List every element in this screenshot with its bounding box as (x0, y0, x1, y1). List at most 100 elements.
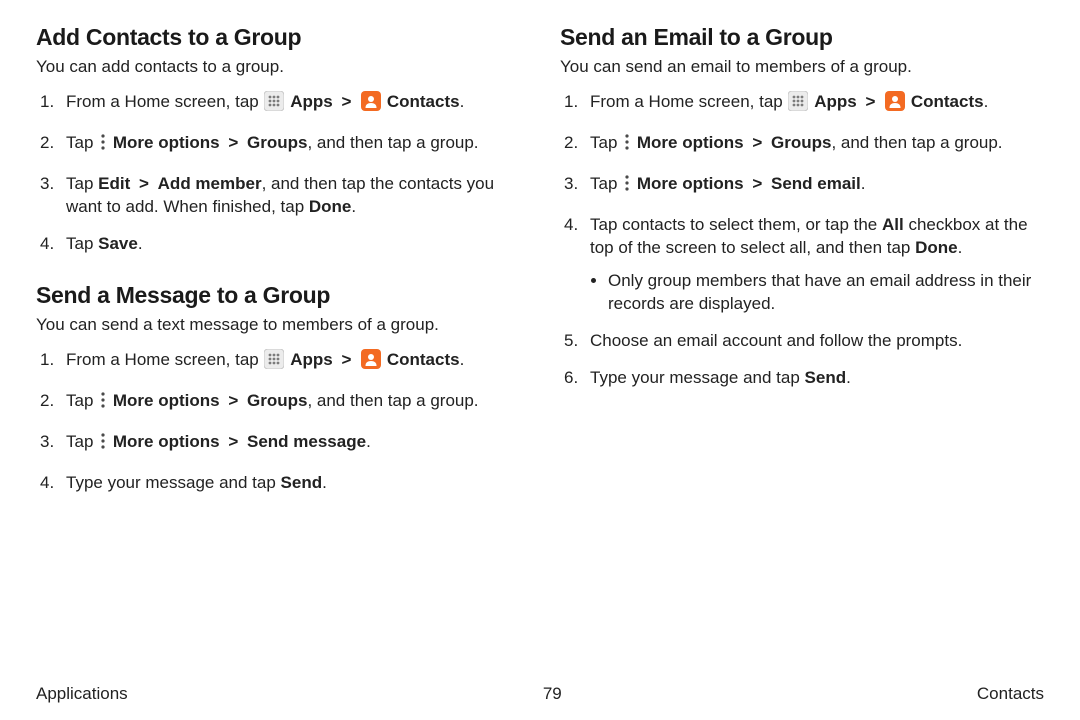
step-text: From a Home screen, tap (66, 92, 263, 111)
label-apps: Apps (290, 92, 333, 111)
chevron-separator: > (748, 133, 766, 152)
section-title-add-contacts: Add Contacts to a Group (36, 24, 520, 51)
label-done: Done (309, 197, 352, 216)
step-text-end: . (984, 92, 989, 111)
step-text-end: . (138, 234, 143, 253)
step-text-end: . (846, 368, 851, 387)
step-text: Tap (66, 432, 98, 451)
step-text: , and then tap a group. (307, 133, 478, 152)
contacts-icon (885, 91, 905, 118)
step-item: Tap More options > Groups, and then tap … (36, 132, 520, 159)
chevron-separator: > (224, 432, 242, 451)
label-more-options: More options (113, 133, 220, 152)
intro-text: You can add contacts to a group. (36, 57, 520, 77)
right-column: Send an Email to a Group You can send an… (560, 24, 1044, 674)
step-text-end: . (861, 174, 866, 193)
step-text-end: . (366, 432, 371, 451)
footer-left: Applications (36, 684, 128, 704)
label-more-options: More options (637, 133, 744, 152)
page-footer: Applications 79 Contacts (36, 674, 1044, 704)
step-item: From a Home screen, tap Apps > Contacts. (36, 349, 520, 376)
step-item: Type your message and tap Send. (560, 367, 1044, 390)
step-text: Type your message and tap (66, 473, 281, 492)
label-apps: Apps (814, 92, 857, 111)
step-text: Type your message and tap (590, 368, 805, 387)
label-contacts: Contacts (911, 92, 984, 111)
step-text-end: . (322, 473, 327, 492)
contacts-icon (361, 349, 381, 376)
bullet-item: Only group members that have an email ad… (608, 270, 1044, 316)
step-text-end: . (460, 92, 465, 111)
step-item: Type your message and tap Send. (36, 472, 520, 495)
step-text: Tap (66, 234, 98, 253)
label-groups: Groups (247, 133, 307, 152)
step-text: , and then tap the contacts you want to … (66, 174, 494, 216)
steps-add-contacts: From a Home screen, tap Apps > Contacts.… (36, 91, 520, 256)
step-text: Tap (66, 133, 98, 152)
intro-text: You can send an email to members of a gr… (560, 57, 1044, 77)
step-text: Tap contacts to select them, or tap the (590, 215, 882, 234)
chevron-separator: > (748, 174, 766, 193)
label-more-options: More options (113, 391, 220, 410)
chevron-separator: > (224, 133, 242, 152)
step-item: Tap More options > Groups, and then tap … (560, 132, 1044, 159)
chevron-separator: > (337, 350, 355, 369)
step-item: Choose an email account and follow the p… (560, 330, 1044, 353)
step-item: From a Home screen, tap Apps > Contacts. (560, 91, 1044, 118)
more-options-icon (623, 132, 631, 159)
step-text-end: . (460, 350, 465, 369)
more-options-icon (99, 431, 107, 458)
more-options-icon (99, 132, 107, 159)
label-all: All (882, 215, 904, 234)
step-text: From a Home screen, tap (66, 350, 263, 369)
label-send-email: Send email (771, 174, 861, 193)
label-send-message: Send message (247, 432, 366, 451)
left-column: Add Contacts to a Group You can add cont… (36, 24, 520, 674)
step-item: Tap More options > Send message. (36, 431, 520, 458)
step-text: Tap (66, 391, 98, 410)
step-text: Tap (590, 174, 622, 193)
chevron-separator: > (224, 391, 242, 410)
label-edit: Edit (98, 174, 130, 193)
more-options-icon (623, 173, 631, 200)
step-item: Tap contacts to select them, or tap the … (560, 214, 1044, 316)
steps-send-email: From a Home screen, tap Apps > Contacts.… (560, 91, 1044, 389)
chevron-separator: > (135, 174, 153, 193)
intro-text: You can send a text message to members o… (36, 315, 520, 335)
more-options-icon (99, 390, 107, 417)
step-text: From a Home screen, tap (590, 92, 787, 111)
label-apps: Apps (290, 350, 333, 369)
step-text: Tap (590, 133, 622, 152)
step-text: , and then tap a group. (307, 391, 478, 410)
step-item: Tap More options > Groups, and then tap … (36, 390, 520, 417)
label-contacts: Contacts (387, 350, 460, 369)
label-send: Send (281, 473, 323, 492)
chevron-separator: > (861, 92, 879, 111)
step-item: Tap More options > Send email. (560, 173, 1044, 200)
apps-grid-icon (788, 91, 808, 118)
section-title-send-email: Send an Email to a Group (560, 24, 1044, 51)
chevron-separator: > (337, 92, 355, 111)
step-text: Tap (66, 174, 98, 193)
two-column-layout: Add Contacts to a Group You can add cont… (36, 24, 1044, 674)
label-groups: Groups (771, 133, 831, 152)
label-groups: Groups (247, 391, 307, 410)
label-more-options: More options (113, 432, 220, 451)
step-item: Tap Edit > Add member, and then tap the … (36, 173, 520, 219)
section-title-send-message: Send a Message to a Group (36, 282, 520, 309)
label-contacts: Contacts (387, 92, 460, 111)
footer-right: Contacts (977, 684, 1044, 704)
manual-page: Add Contacts to a Group You can add cont… (0, 0, 1080, 720)
step-text-end: . (351, 197, 356, 216)
step-item: From a Home screen, tap Apps > Contacts. (36, 91, 520, 118)
label-save: Save (98, 234, 138, 253)
apps-grid-icon (264, 91, 284, 118)
footer-page-number: 79 (543, 684, 562, 704)
step-text: , and then tap a group. (831, 133, 1002, 152)
label-add-member: Add member (158, 174, 262, 193)
step-text-end: . (958, 238, 963, 257)
label-done: Done (915, 238, 958, 257)
step-item: Tap Save. (36, 233, 520, 256)
label-send: Send (805, 368, 847, 387)
label-more-options: More options (637, 174, 744, 193)
